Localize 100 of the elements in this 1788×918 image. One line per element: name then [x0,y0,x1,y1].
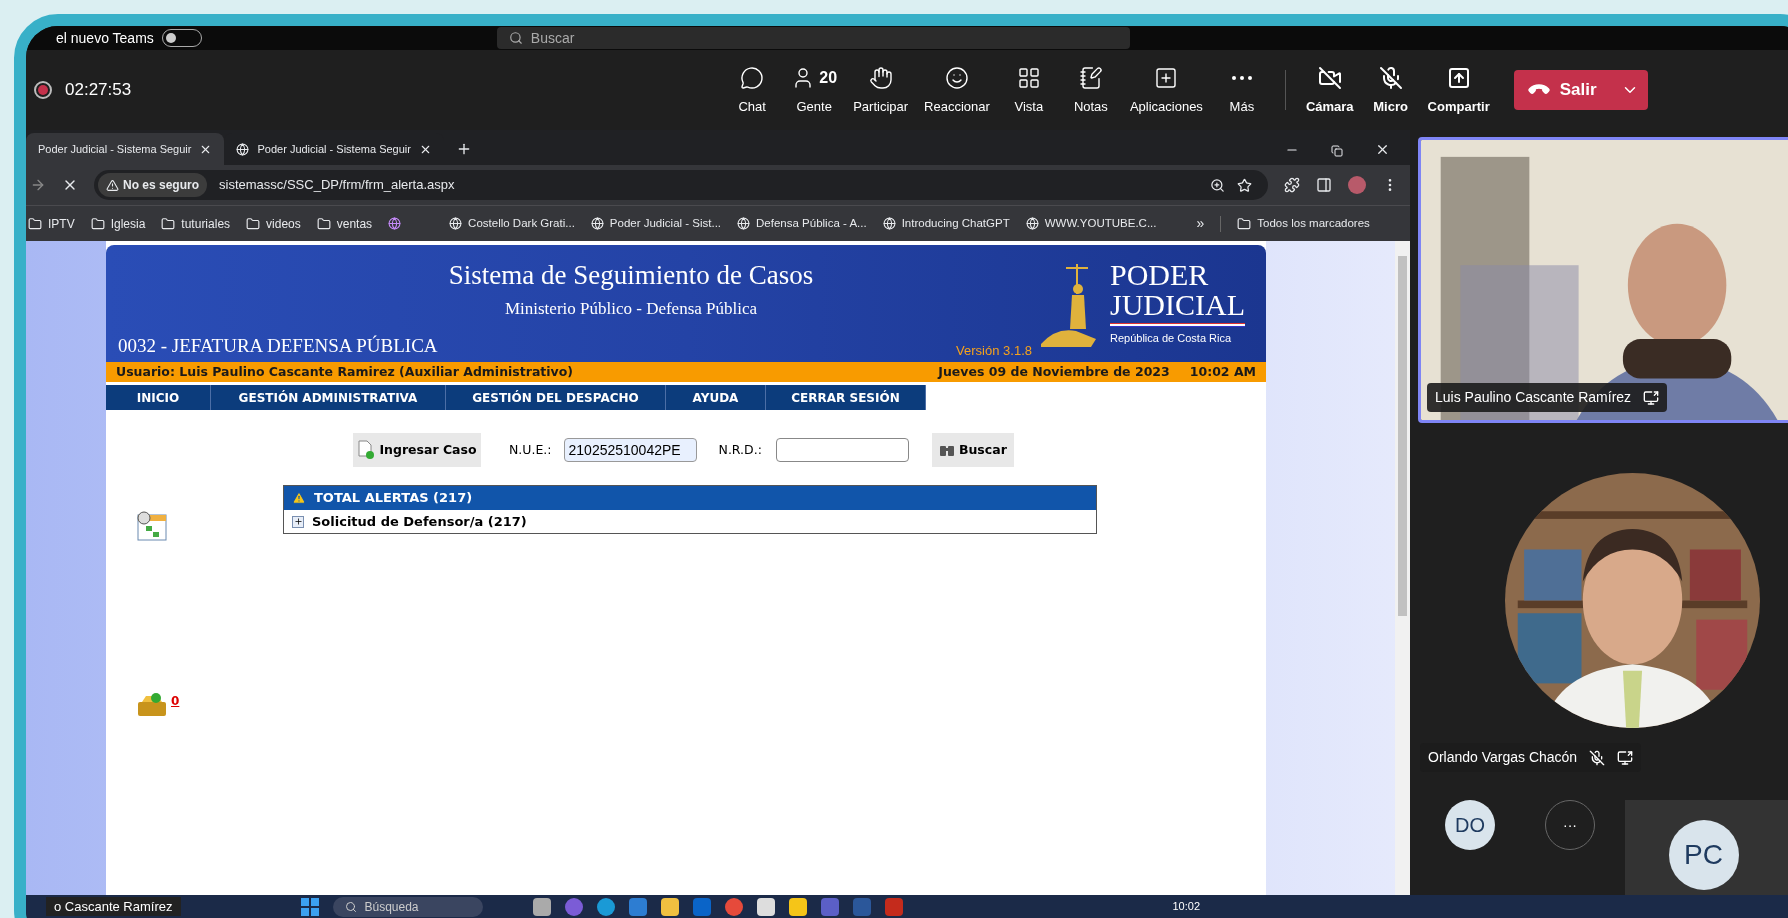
bookmark-folder[interactable]: videos [246,214,301,233]
bookmark-link[interactable]: Defensa Pública - A... [737,214,867,233]
logo-text: PODER [1110,260,1209,291]
taskbar-clock: 10:02 [1172,899,1201,915]
star-icon[interactable] [1237,177,1252,193]
toolbar-button[interactable]: Reaccionar [916,55,998,125]
folder-icon [90,216,105,231]
folder-icon [316,216,331,231]
scrollbar[interactable] [1395,241,1410,895]
windows-icon [300,897,319,916]
folder-icon [161,216,176,231]
app-icon[interactable] [532,897,551,916]
address-bar[interactable]: No es seguro sistemassc/SSC_DP/frm/frm_alerta.aspx [94,170,1268,200]
forward-icon[interactable] [30,177,46,193]
inbox-icon [136,692,168,718]
participant-name: Luis Paulino Cascante Ramírez [1435,388,1632,407]
add-document-icon [357,440,376,460]
bookmark-folder[interactable]: Todos los marcadores [1237,214,1370,233]
bookmark-folder[interactable]: tuturiales [161,214,231,233]
globe-icon [449,217,463,230]
bookmark-link[interactable]: Poder Judicial - Sist... [590,214,722,233]
toolbar-button[interactable]: Aplicaciones [1121,55,1211,125]
toolbar-button[interactable]: Participar [845,55,917,125]
folder-icon [28,216,42,231]
security-chip[interactable]: No es seguro [98,173,208,197]
leave-button[interactable]: Salir [1513,70,1648,110]
toolbar-button[interactable]: Compartir [1419,55,1498,125]
folder-icon [1237,216,1252,231]
presenter-tag: o Cascante Ramírez [46,896,181,917]
toolbar-button[interactable]: Notas [1059,55,1122,125]
menu-item[interactable]: AYUDA [666,385,766,410]
office-name: 0032 - JEFATURA DEFENSA PÚBLICA [118,333,438,358]
bookmark-folder[interactable]: IPTV [28,214,75,233]
alert-row[interactable]: Solicitud de Defensor/a (217) [284,510,1096,533]
warning-icon [292,491,306,505]
participant-name: Orlando Vargas Chacón [1428,748,1578,767]
globe-icon [737,217,751,230]
search-field[interactable]: Buscar [496,27,1130,49]
participant-count: 20 [819,68,838,89]
search-icon [508,31,523,45]
folder-icon [246,216,261,231]
toolbar-button[interactable]: Micro [1361,55,1420,125]
new-case-button[interactable]: Ingresar Caso [353,433,481,467]
side-panel-icon[interactable] [1316,177,1332,193]
toolbar-button[interactable]: Vista [997,55,1060,125]
screen-icon [1617,749,1634,766]
avatar[interactable]: DO [1445,800,1495,850]
menu-item[interactable]: GESTIÓN ADMINISTRATIVA [211,385,446,410]
menu-item[interactable]: GESTIÓN DEL DESPACHO [446,385,666,410]
profile-icon[interactable] [1348,176,1366,194]
globe-icon [882,217,896,230]
nue-field[interactable]: 210252510042PE [563,438,697,462]
more-bookmarks-button[interactable]: » [1196,213,1205,234]
plus-icon [1154,66,1179,91]
nrd-label: N.R.D.: [718,440,762,459]
browser-tab[interactable]: Poder Judicial - Sistema Seguir [26,133,225,165]
meeting-timer: 02:27:53 [65,79,132,102]
app-icon[interactable] [756,897,775,916]
current-time: 10:02 AM [1189,362,1256,381]
app-icon[interactable] [660,897,679,916]
menu-item[interactable]: INICIO [106,385,211,410]
extensions-icon[interactable] [1284,177,1300,193]
menu-item[interactable]: CERRAR SESIÓN [766,385,926,410]
system-title: Sistema de Seguimiento de Casos [448,259,814,292]
bookmark-link[interactable]: Costello Dark Grati... [449,214,575,233]
toolbar-button[interactable]: 20 Gente [783,55,846,125]
bookmark-link[interactable]: WWW.YOUTUBE.C... [1025,214,1157,233]
more-participants-button[interactable]: ··· [1545,800,1595,850]
app-label: el nuevo Teams [56,28,154,48]
system-subtitle: Ministerio Público - Defensa Pública [504,297,758,320]
nue-label: N.U.E.: [509,440,552,459]
bookmark-link[interactable]: Introducing ChatGPT [882,214,1010,233]
share-icon [1446,66,1471,91]
bookmark-folder[interactable]: ventas [316,214,373,233]
nrd-field[interactable] [775,438,909,462]
version-text: Versión 3.1.8 [956,341,1032,360]
toolbar-button[interactable]: Chat [721,55,784,125]
expand-icon[interactable] [292,515,304,528]
app-icon[interactable] [596,897,615,916]
bookmark-folder[interactable]: Iglesia [90,214,146,233]
zoom-icon[interactable] [1210,177,1225,193]
taskbar-search[interactable]: Búsqueda [332,896,483,917]
toolbar-button[interactable]: Cámara [1297,55,1362,125]
globe-icon [236,142,250,156]
site-icon[interactable] [388,217,402,230]
toolbar-button[interactable]: Más [1210,55,1273,125]
app-icon[interactable] [788,897,807,916]
screen-icon [1643,389,1660,406]
logo-country: República de Costa Rica [1110,331,1232,347]
restore-icon[interactable] [1331,145,1343,157]
logo-text: JUDICIAL [1110,290,1245,321]
calendar-icon [136,510,168,542]
search-button[interactable]: Buscar [931,433,1014,467]
more-icon [1231,76,1252,81]
inbox-count[interactable]: 0 [171,692,180,710]
hand-icon [868,66,893,91]
search-icon [344,900,357,913]
binoculars-icon [938,443,955,457]
close-icon[interactable] [1375,142,1390,157]
alert-label: Solicitud de Defensor/a (217) [312,512,527,531]
